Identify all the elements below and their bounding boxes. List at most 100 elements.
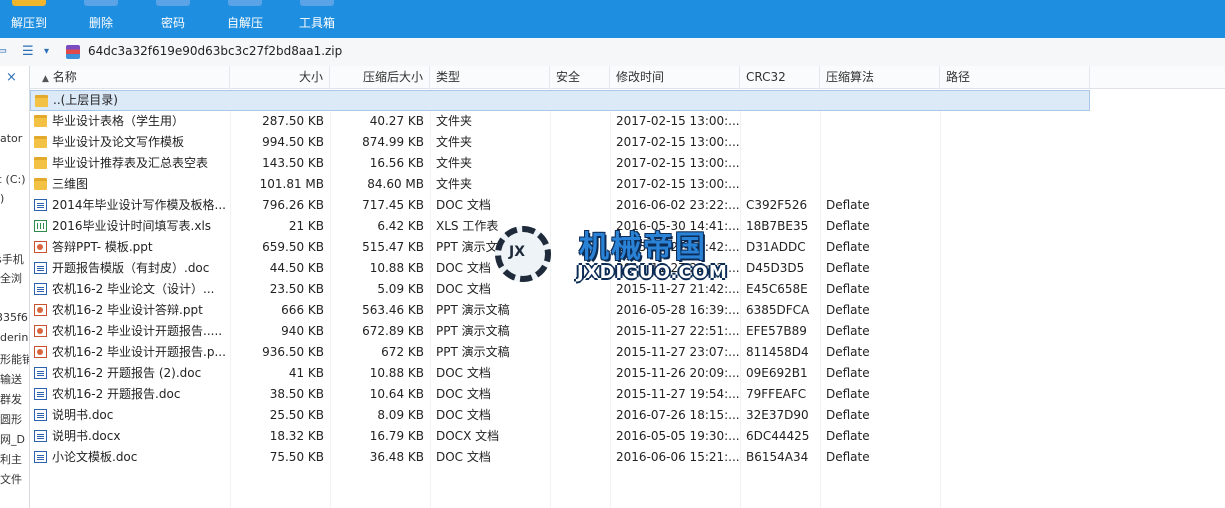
file-type: DOC 文档 <box>436 198 491 212</box>
file-type: XLS 工作表 <box>436 219 499 233</box>
file-modified: 2015-11-27 21:42:... <box>616 261 740 275</box>
password-button[interactable]: 密码 <box>144 0 202 38</box>
file-type: 文件夹 <box>436 135 473 149</box>
main-toolbar: 解压到 删除 密码 自解压 工具箱 <box>0 0 1225 38</box>
file-packed-size: 10.64 KB <box>369 387 424 401</box>
file-modified: 2016-05-30 14:41:... <box>616 219 740 233</box>
file-method <box>820 111 940 132</box>
file-name: 农机16-2 毕业设计答辩.ppt <box>52 303 203 317</box>
file-row[interactable]: 毕业设计及论文写作模板 994.50 KB 874.99 KB 文件夹 2017-02-… <box>30 132 1225 153</box>
file-method: Deflate <box>826 450 870 464</box>
file-size: 25.50 KB <box>269 408 324 422</box>
column-header-type[interactable]: 类型 <box>430 66 550 88</box>
file-modified: 2017-02-15 13:00:... <box>616 156 740 170</box>
file-row[interactable]: 农机16-2 毕业设计开题报告.p... 936.50 KB 672 KB PPT 演… <box>30 342 1225 363</box>
file-packed-size: 10.88 KB <box>369 261 424 275</box>
tree-item[interactable]: 335f6 <box>0 311 28 324</box>
list-view-icon[interactable]: ☰ <box>22 44 34 59</box>
file-row[interactable]: 说明书.docx 18.32 KB 16.79 KB DOCX 文档 2016-05-0… <box>30 426 1225 447</box>
file-packed-size: 563.46 KB <box>362 303 424 317</box>
file-name: 小论文模板.doc <box>52 450 138 464</box>
extract-icon <box>12 0 46 6</box>
file-row[interactable]: 2014年毕业设计写作模及板格... 796.26 KB 717.45 KB DOC … <box>30 195 1225 216</box>
file-size: 38.50 KB <box>269 387 324 401</box>
file-row[interactable]: 三维图 101.81 MB 84.60 MB 文件夹 2017-02-15 13:00:… <box>30 174 1225 195</box>
tree-item[interactable]: 网_D <box>0 431 25 447</box>
file-row[interactable]: 2016毕业设计时间填写表.xls 21 KB 6.42 KB XLS 工作表 2016… <box>30 216 1225 237</box>
file-row[interactable]: 毕业设计推荐表及汇总表空表 143.50 KB 16.56 KB 文件夹 2017-02… <box>30 153 1225 174</box>
file-type: DOC 文档 <box>436 282 491 296</box>
tree-item[interactable]: s手机 <box>0 251 24 267</box>
tree-item[interactable]: ator <box>0 132 22 145</box>
file-type: DOCX 文档 <box>436 429 500 443</box>
back-arrow-icon[interactable]: ⇦ <box>0 44 7 59</box>
file-type: PPT 演示文稿 <box>436 324 510 338</box>
tree-item[interactable]: 文件 <box>0 471 22 487</box>
file-size: 796.26 KB <box>262 198 324 212</box>
file-size: 994.50 KB <box>262 135 324 149</box>
file-size: 936.50 KB <box>262 345 324 359</box>
file-method: Deflate <box>826 408 870 422</box>
delete-button[interactable]: 删除 <box>72 0 130 38</box>
file-row[interactable]: 农机16-2 开题报告.doc 38.50 KB 10.64 KB DOC 文档 201… <box>30 384 1225 405</box>
tree-item[interactable]: derin <box>0 331 28 344</box>
file-packed-size: 36.48 KB <box>369 450 424 464</box>
column-header-packed-size[interactable]: 压缩后大小 <box>330 66 430 88</box>
file-row[interactable]: 农机16-2 毕业论文（设计）... 23.50 KB 5.09 KB DOC 文档 2… <box>30 279 1225 300</box>
extract-to-button[interactable]: 解压到 <box>0 0 58 38</box>
self-extract-button[interactable]: 自解压 <box>216 0 274 38</box>
file-row[interactable]: 说明书.doc 25.50 KB 8.09 KB DOC 文档 2016-07-26 1… <box>30 405 1225 426</box>
column-header-size[interactable]: 大小 <box>230 66 330 88</box>
sort-up-icon: ▲ <box>42 74 49 84</box>
file-size: 21 KB <box>288 219 324 233</box>
toolbox-button[interactable]: 工具箱 <box>288 0 346 38</box>
column-header-method[interactable]: 压缩算法 <box>820 66 940 88</box>
file-method: Deflate <box>826 198 870 212</box>
tree-item[interactable]: 圆形 <box>0 411 22 427</box>
file-row[interactable]: 小论文模板.doc 75.50 KB 36.48 KB DOC 文档 2016-06-0… <box>30 447 1225 468</box>
file-name: 毕业设计表格（学生用） <box>52 114 185 128</box>
folder-tree-panel: × ator c (C:) ) s手机 全浏 335f6 derin 形能销 输… <box>0 66 30 508</box>
file-crc32: 6DC44425 <box>746 429 810 443</box>
file-name: 农机16-2 毕业论文（设计）... <box>52 282 215 296</box>
file-method <box>820 153 940 174</box>
file-type: PPT 演示文稿 <box>436 240 510 254</box>
file-row[interactable]: 农机16-2 开题报告 (2).doc 41 KB 10.88 KB DOC 文档 20… <box>30 363 1225 384</box>
column-header-name[interactable]: ▲ 名称 <box>30 66 230 88</box>
file-modified: 2015-11-27 22:51:... <box>616 324 740 338</box>
tree-item[interactable]: 全浏 <box>0 270 22 286</box>
file-type: DOC 文档 <box>436 408 491 422</box>
tree-item[interactable]: c (C:) <box>0 173 26 186</box>
file-row[interactable]: 毕业设计表格（学生用） 287.50 KB 40.27 KB 文件夹 2017-02-1… <box>30 111 1225 132</box>
column-header-crc32[interactable]: CRC32 <box>740 66 820 88</box>
file-size: 18.32 KB <box>269 429 324 443</box>
file-method: Deflate <box>826 345 870 359</box>
file-row[interactable]: 开题报告模版（有封皮）.doc 44.50 KB 10.88 KB DOC 文档 201… <box>30 258 1225 279</box>
tree-item[interactable]: 群发 <box>0 391 22 407</box>
file-row[interactable]: 农机16-2 毕业设计答辩.ppt 666 KB 563.46 KB PPT 演示文稿… <box>30 300 1225 321</box>
file-row[interactable]: 农机16-2 毕业设计开题报告..... 940 KB 672.89 KB PPT 演… <box>30 321 1225 342</box>
file-crc32: 79FFEAFC <box>746 387 807 401</box>
file-crc32: 18B7BE35 <box>746 219 809 233</box>
column-header-row: ▲ 名称 大小 压缩后大小 类型 安全 修改时间 CRC32 压缩算法 路径 <box>30 66 1225 89</box>
file-row[interactable]: 答辩PPT- 模板.ppt 659.50 KB 515.47 KB PPT 演示文稿 2… <box>30 237 1225 258</box>
file-name: 农机16-2 开题报告 (2).doc <box>52 366 202 380</box>
column-header-path[interactable]: 路径 <box>940 66 1090 88</box>
parent-directory-row[interactable]: ..(上层目录) <box>30 90 1090 111</box>
tree-item[interactable]: 输送 <box>0 371 22 387</box>
file-method: Deflate <box>826 324 870 338</box>
file-modified: 2015-11-26 20:09:... <box>616 366 740 380</box>
view-dropdown-icon[interactable]: ▾ <box>44 46 49 57</box>
self-extract-label: 自解压 <box>226 16 263 30</box>
tree-item[interactable]: 形能销 <box>0 351 29 367</box>
column-header-security[interactable]: 安全 <box>550 66 610 88</box>
file-type: PPT 演示文稿 <box>436 303 510 317</box>
file-type: DOC 文档 <box>436 450 491 464</box>
archive-path[interactable]: 64dc3a32f619e90d63bc3c27f2bd8aa1.zip <box>88 44 342 58</box>
tree-item[interactable]: ) <box>0 192 4 205</box>
column-header-modified[interactable]: 修改时间 <box>610 66 740 88</box>
file-size: 44.50 KB <box>269 261 324 275</box>
tree-item[interactable]: 利主 <box>0 451 22 467</box>
close-icon[interactable]: × <box>6 70 17 85</box>
file-size: 666 KB <box>281 303 324 317</box>
